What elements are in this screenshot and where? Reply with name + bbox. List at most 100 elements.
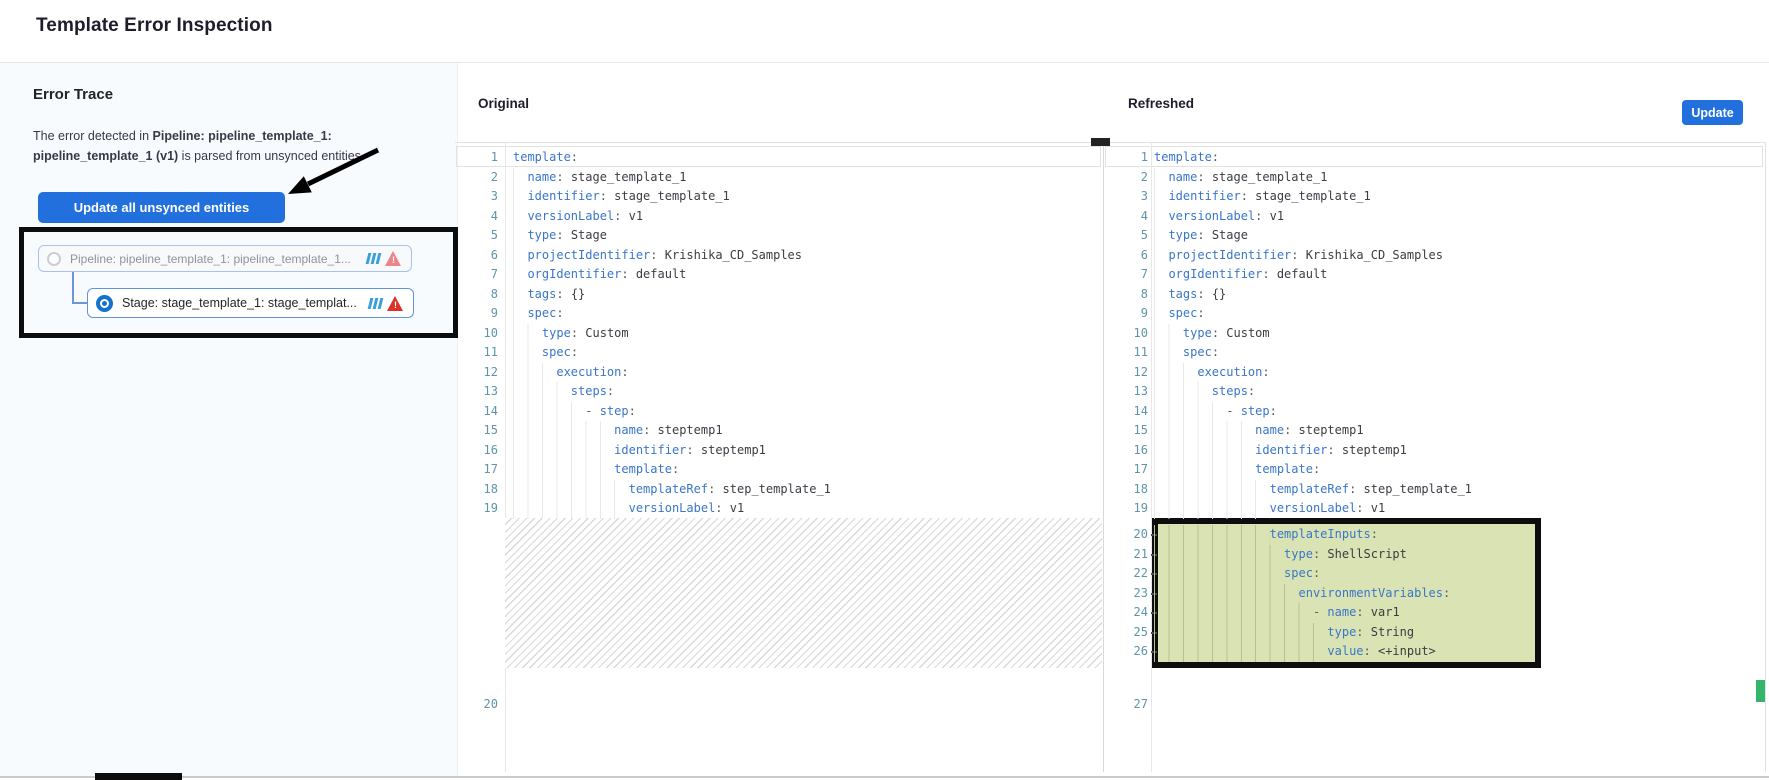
code-line: name: steptemp1 <box>1154 421 1364 441</box>
line-number: 13 <box>455 382 498 402</box>
line-number: 18 <box>455 480 498 500</box>
line-number: 19 <box>455 499 498 519</box>
line-number: 4 <box>455 207 498 227</box>
line-number: 10 <box>455 324 498 344</box>
line-number: 25 <box>1104 623 1148 643</box>
line-number: 11 <box>1104 343 1148 363</box>
line-number: 24 <box>1104 603 1148 623</box>
line-number: 5 <box>455 226 498 246</box>
code-line: steps: <box>513 382 614 402</box>
scrollbar-added-marker[interactable] <box>1756 680 1765 702</box>
code-line-added: environmentVariables: <box>1154 584 1450 604</box>
code-line: execution: <box>513 363 629 383</box>
line-number: 9 <box>455 304 498 324</box>
line-number: 12 <box>1104 363 1148 383</box>
code-line: spec: <box>513 343 578 363</box>
code-line: name: stage_template_1 <box>1154 168 1327 188</box>
line-number: 16 <box>455 441 498 461</box>
line-number: 5 <box>1104 226 1148 246</box>
code-line-added: templateInputs: <box>1154 525 1378 545</box>
code-line: versionLabel: v1 <box>1154 207 1284 227</box>
line-number: 6 <box>1104 246 1148 266</box>
code-line: versionLabel: v1 <box>513 499 744 519</box>
line-number: 22 <box>1104 564 1148 584</box>
annotation-box-tree: Pipeline: pipeline_template_1: pipeline_… <box>19 227 458 338</box>
line-number: 9 <box>1104 304 1148 324</box>
line-number: 13 <box>1104 382 1148 402</box>
line-number: 12 <box>455 363 498 383</box>
code-line: identifier: stage_template_1 <box>513 187 730 207</box>
line-number: 6 <box>455 246 498 266</box>
radio-unselected-icon[interactable] <box>47 252 61 266</box>
code-line-added: type: String <box>1154 623 1414 643</box>
line-number: 1 <box>1104 148 1148 168</box>
line-number: 7 <box>1104 265 1148 285</box>
code-line: tags: {} <box>1154 285 1226 305</box>
code-line: orgIdentifier: default <box>513 265 686 285</box>
code-line: template: <box>1154 148 1219 168</box>
tree-item-label: Pipeline: pipeline_template_1: pipeline_… <box>70 252 363 266</box>
line-number: 2 <box>1104 168 1148 188</box>
diff-removed-placeholder-hatch <box>505 518 1102 668</box>
refreshed-code-editor[interactable]: 1 template: 2 name: stage_template_1 3 iden… <box>1104 142 1765 772</box>
radio-selected-icon[interactable] <box>96 295 113 312</box>
tree-item-label: Stage: stage_template_1: stage_templat..… <box>122 296 365 310</box>
code-line: versionLabel: v1 <box>1154 499 1385 519</box>
code-line: spec: <box>513 304 564 324</box>
line-number: 19 <box>1104 499 1148 519</box>
code-line: templateRef: step_template_1 <box>513 480 831 500</box>
code-line: template: <box>513 460 679 480</box>
line-number: 23 <box>1104 584 1148 604</box>
line-number: 8 <box>1104 285 1148 305</box>
line-number: 3 <box>1104 187 1148 207</box>
error-description-prefix: The error detected in <box>33 129 153 143</box>
template-bars-icon <box>369 298 382 309</box>
line-number: 1 <box>455 148 498 168</box>
code-line: type: Stage <box>513 226 607 246</box>
update-button[interactable]: Update <box>1682 100 1743 125</box>
warning-icon: ! <box>385 251 402 266</box>
code-line: steps: <box>1154 382 1255 402</box>
code-line: projectIdentifier: Krishika_CD_Samples <box>1154 246 1443 266</box>
line-number: 20 <box>455 695 498 715</box>
code-line: template: <box>513 148 578 168</box>
tree-connector <box>72 272 74 303</box>
original-code-editor[interactable]: 1 template: 2 name: stage_template_1 3 iden… <box>455 142 1103 772</box>
code-line-added: spec: <box>1154 564 1320 584</box>
annotation-arrow <box>270 138 390 208</box>
line-number: 2 <box>455 168 498 188</box>
line-number: 16 <box>1104 441 1148 461</box>
tree-item-stage[interactable]: Stage: stage_template_1: stage_templat..… <box>87 288 414 318</box>
code-line: execution: <box>1154 363 1270 383</box>
line-number: 17 <box>455 460 498 480</box>
line-number: 4 <box>1104 207 1148 227</box>
error-trace-panel: Error Trace The error detected in Pipeli… <box>0 63 458 776</box>
code-line: orgIdentifier: default <box>1154 265 1327 285</box>
line-number: 10 <box>1104 324 1148 344</box>
line-number: 8 <box>455 285 498 305</box>
template-error-inspection-page: Template Error Inspection Error Trace Th… <box>0 0 1769 780</box>
gutter-separator <box>1151 142 1152 772</box>
code-line: type: Custom <box>513 324 629 344</box>
code-line: type: Stage <box>1154 226 1248 246</box>
line-number: 14 <box>1104 402 1148 422</box>
gutter-separator <box>505 142 506 772</box>
code-line: - step: <box>513 402 636 422</box>
line-number: 27 <box>1104 695 1148 715</box>
code-line: - step: <box>1154 402 1277 422</box>
code-line: projectIdentifier: Krishika_CD_Samples <box>513 246 802 266</box>
code-line: name: steptemp1 <box>513 421 723 441</box>
code-line: name: stage_template_1 <box>513 168 686 188</box>
line-number: 15 <box>1104 421 1148 441</box>
line-number: 3 <box>455 187 498 207</box>
error-trace-heading: Error Trace <box>33 86 113 103</box>
update-all-unsynced-button[interactable]: Update all unsynced entities <box>38 192 285 223</box>
code-line: versionLabel: v1 <box>513 207 643 227</box>
line-number: 18 <box>1104 480 1148 500</box>
line-number: 21 <box>1104 545 1148 565</box>
tree-item-pipeline[interactable]: Pipeline: pipeline_template_1: pipeline_… <box>38 245 412 272</box>
window-bottom-edge <box>0 776 1769 778</box>
original-panel-title: Original <box>478 96 529 111</box>
line-number: 11 <box>455 343 498 363</box>
code-line: identifier: steptemp1 <box>1154 441 1407 461</box>
